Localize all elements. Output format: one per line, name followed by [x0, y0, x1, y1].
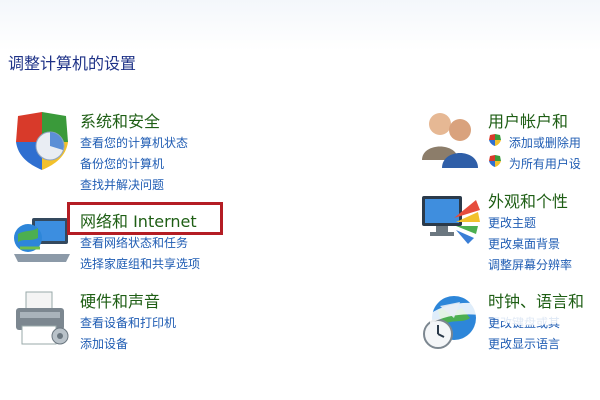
link-backup-computer[interactable]: 备份您的计算机: [80, 154, 188, 175]
link-label: 添加或删除用: [508, 136, 581, 150]
link-view-computer-status[interactable]: 查看您的计算机状态: [80, 133, 188, 154]
category-links: 添加或删除用 为所有用户设: [488, 133, 581, 175]
shield-icon: [489, 134, 501, 146]
category-title[interactable]: 外观和个性: [488, 188, 568, 212]
link-devices-printers[interactable]: 查看设备和打印机: [80, 313, 176, 334]
page-title: 调整计算机的设置: [8, 54, 137, 73]
link-label: 为所有用户设: [508, 157, 581, 171]
globe-network-icon[interactable]: [10, 208, 74, 272]
category-links: 查看设备和打印机 添加设备: [80, 313, 176, 355]
link-all-users[interactable]: 为所有用户设: [488, 154, 581, 175]
link-change-display-language[interactable]: 更改显示语言: [488, 334, 560, 355]
shield-icon: [489, 155, 501, 167]
category-title[interactable]: 硬件和声音: [80, 288, 160, 312]
link-homegroup-sharing[interactable]: 选择家庭组和共享选项: [80, 254, 200, 275]
link-troubleshoot[interactable]: 查找并解决问题: [80, 175, 188, 196]
category-title[interactable]: 用户帐户和: [488, 108, 568, 132]
link-add-remove-users[interactable]: 添加或删除用: [488, 133, 581, 154]
edge-fade: [585, 80, 600, 380]
link-network-status[interactable]: 查看网络状态和任务: [80, 233, 200, 254]
link-add-device[interactable]: 添加设备: [80, 334, 176, 355]
highlight-box: [67, 202, 223, 235]
category-links: 更改主题 更改桌面背景 调整屏幕分辨率: [488, 213, 572, 276]
link-change-background[interactable]: 更改桌面背景: [488, 234, 572, 255]
watermark-logo: [430, 302, 595, 326]
printer-icon[interactable]: [10, 288, 74, 352]
shield-pie-icon[interactable]: [10, 108, 74, 172]
monitor-palette-icon[interactable]: [418, 188, 482, 252]
category-links: 查看您的计算机状态 备份您的计算机 查找并解决问题: [80, 133, 188, 196]
users-icon[interactable]: [418, 108, 482, 172]
category-links: 查看网络状态和任务 选择家庭组和共享选项: [80, 233, 200, 275]
link-change-theme[interactable]: 更改主题: [488, 213, 572, 234]
link-screen-resolution[interactable]: 调整屏幕分辨率: [488, 255, 572, 276]
category-title[interactable]: 系统和安全: [80, 108, 160, 132]
